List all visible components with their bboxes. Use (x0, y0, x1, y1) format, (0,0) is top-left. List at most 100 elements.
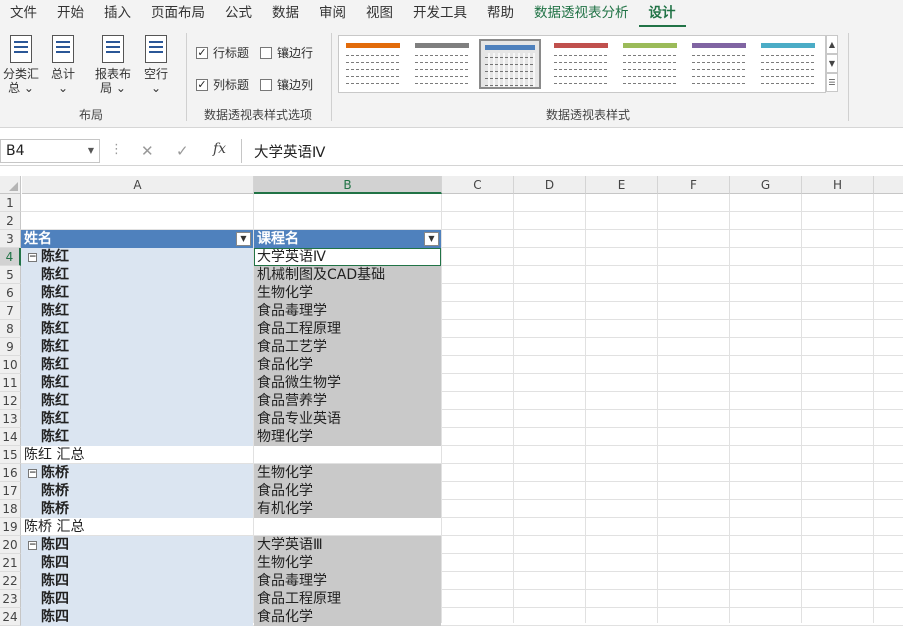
pivot-name-cell[interactable]: 陈四 (21, 608, 253, 626)
row-header[interactable]: 7 (0, 302, 21, 320)
tab-developer[interactable]: 开发工具 (403, 0, 477, 27)
banded-cols-checkbox[interactable]: 镶边列 (260, 76, 313, 93)
pivot-name-cell[interactable]: 陈红 (21, 374, 253, 392)
pivot-name-cell[interactable]: 陈红 (21, 302, 253, 320)
pivot-name-cell[interactable]: 陈红 (21, 266, 253, 284)
collapse-toggle-icon[interactable]: − (28, 541, 37, 550)
pivot-course-cell[interactable]: 食品化学 (254, 608, 441, 626)
row-header[interactable]: 16 (0, 464, 21, 482)
active-cell-b4[interactable]: 大学英语Ⅳ (254, 248, 441, 266)
pivot-course-cell[interactable]: 物理化学 (254, 428, 441, 446)
row-header[interactable]: 13 (0, 410, 21, 428)
pivot-course-cell[interactable]: 生物化学 (254, 284, 441, 302)
pivot-header-name[interactable]: 姓名 ▼ (21, 230, 253, 248)
blank-rows-button[interactable]: 空行 ⌄ (135, 35, 177, 95)
column-header-a[interactable]: A (22, 176, 254, 194)
row-header[interactable]: 14 (0, 428, 21, 446)
row-header[interactable]: 11 (0, 374, 21, 392)
column-header-e[interactable]: E (586, 176, 658, 194)
pivot-subtotal-row[interactable]: 陈桥 汇总 (21, 518, 253, 536)
report-layout-button[interactable]: 报表布 局 ⌄ (92, 35, 134, 95)
pivot-name-cell[interactable]: − 陈桥 (21, 464, 253, 482)
column-header-b[interactable]: B (254, 176, 442, 194)
row-header[interactable]: 20 (0, 536, 21, 554)
banded-rows-checkbox[interactable]: 镶边行 (260, 44, 313, 61)
row-header[interactable]: 17 (0, 482, 21, 500)
cancel-icon[interactable]: ✕ (141, 142, 154, 160)
pivot-course-cell[interactable]: 食品工程原理 (254, 320, 441, 338)
row-header[interactable]: 1 (0, 194, 21, 212)
dropdown-arrow-icon[interactable]: ▼ (88, 140, 94, 162)
pivot-course-cell[interactable]: 有机化学 (254, 500, 441, 518)
pivot-course-cell[interactable]: 食品化学 (254, 482, 441, 500)
pivot-name-cell[interactable]: 陈四 (21, 590, 253, 608)
pivot-course-cell[interactable]: 食品微生物学 (254, 374, 441, 392)
pivot-course-cell[interactable]: 食品毒理学 (254, 572, 441, 590)
enter-check-icon[interactable]: ✓ (176, 142, 189, 160)
row-header[interactable]: 2 (0, 212, 21, 230)
pivot-course-cell[interactable]: 生物化学 (254, 464, 441, 482)
collapse-toggle-icon[interactable]: − (28, 253, 37, 262)
tab-data[interactable]: 数据 (262, 0, 309, 27)
pivot-name-cell[interactable]: 陈桥 (21, 500, 253, 518)
row-header[interactable]: 10 (0, 356, 21, 374)
pivot-subtotal-row[interactable]: 陈红 汇总 (21, 446, 253, 464)
pivot-name-cell[interactable]: 陈红 (21, 284, 253, 302)
row-header[interactable]: 8 (0, 320, 21, 338)
pivot-course-cell[interactable]: 生物化学 (254, 554, 441, 572)
tab-help[interactable]: 帮助 (477, 0, 524, 27)
pivot-course-cell[interactable]: 食品化学 (254, 356, 441, 374)
pivot-header-course[interactable]: 课程名 ▼ (254, 230, 441, 248)
row-headers-checkbox[interactable]: ✓ 行标题 (196, 44, 249, 61)
tab-pivot-analyze[interactable]: 数据透视表分析 (524, 0, 639, 27)
row-header[interactable]: 23 (0, 590, 21, 608)
pivot-name-cell[interactable]: 陈红 (21, 392, 253, 410)
tab-file[interactable]: 文件 (0, 0, 47, 27)
pivot-name-cell[interactable]: 陈红 (21, 356, 253, 374)
column-header-h[interactable]: H (802, 176, 874, 194)
grand-totals-button[interactable]: 总计 ⌄ (42, 35, 84, 95)
column-header-c[interactable]: C (442, 176, 514, 194)
row-header[interactable]: 5 (0, 266, 21, 284)
pivot-name-cell[interactable]: 陈红 (21, 410, 253, 428)
pivot-name-cell[interactable]: − 陈红 (21, 248, 253, 266)
row-header[interactable]: 12 (0, 392, 21, 410)
row-header[interactable]: 15 (0, 446, 21, 464)
pivot-course-cell[interactable]: 食品毒理学 (254, 302, 441, 320)
insert-function-icon[interactable]: fx (213, 141, 226, 157)
select-all-corner[interactable] (0, 176, 21, 194)
row-header[interactable]: 3 (0, 230, 21, 248)
tab-insert[interactable]: 插入 (94, 0, 141, 27)
pivot-name-cell[interactable]: 陈红 (21, 428, 253, 446)
tab-view[interactable]: 视图 (356, 0, 403, 27)
pivot-course-cell[interactable]: 食品营养学 (254, 392, 441, 410)
pivot-course-cell[interactable]: 食品工艺学 (254, 338, 441, 356)
row-header[interactable]: 24 (0, 608, 21, 626)
filter-dropdown-icon[interactable]: ▼ (424, 232, 439, 246)
subtotals-button[interactable]: 分类汇 总 ⌄ (0, 35, 42, 95)
more-icon[interactable]: ⋮ (110, 142, 123, 157)
pivot-name-cell[interactable]: 陈红 (21, 320, 253, 338)
name-box[interactable]: B4 ▼ (0, 139, 100, 163)
tab-review[interactable]: 审阅 (309, 0, 356, 27)
row-header[interactable]: 21 (0, 554, 21, 572)
pivot-name-cell[interactable]: 陈桥 (21, 482, 253, 500)
pivot-course-cell[interactable]: 大学英语Ⅲ (254, 536, 441, 554)
pivot-course-cell[interactable]: 食品专业英语 (254, 410, 441, 428)
row-header[interactable]: 22 (0, 572, 21, 590)
pivot-name-cell[interactable]: 陈红 (21, 338, 253, 356)
row-header[interactable]: 9 (0, 338, 21, 356)
tab-formulas[interactable]: 公式 (215, 0, 262, 27)
row-header[interactable]: 6 (0, 284, 21, 302)
pivot-name-cell[interactable]: 陈四 (21, 554, 253, 572)
pivot-name-cell[interactable]: 陈四 (21, 572, 253, 590)
column-header-d[interactable]: D (514, 176, 586, 194)
pivot-course-cell[interactable]: 机械制图及CAD基础 (254, 266, 441, 284)
tab-home[interactable]: 开始 (47, 0, 94, 27)
column-header-overflow[interactable] (874, 176, 903, 194)
tab-page-layout[interactable]: 页面布局 (141, 0, 215, 27)
col-headers-checkbox[interactable]: ✓ 列标题 (196, 76, 249, 93)
column-header-g[interactable]: G (730, 176, 802, 194)
column-header-f[interactable]: F (658, 176, 730, 194)
tab-design[interactable]: 设计 (638, 0, 686, 27)
